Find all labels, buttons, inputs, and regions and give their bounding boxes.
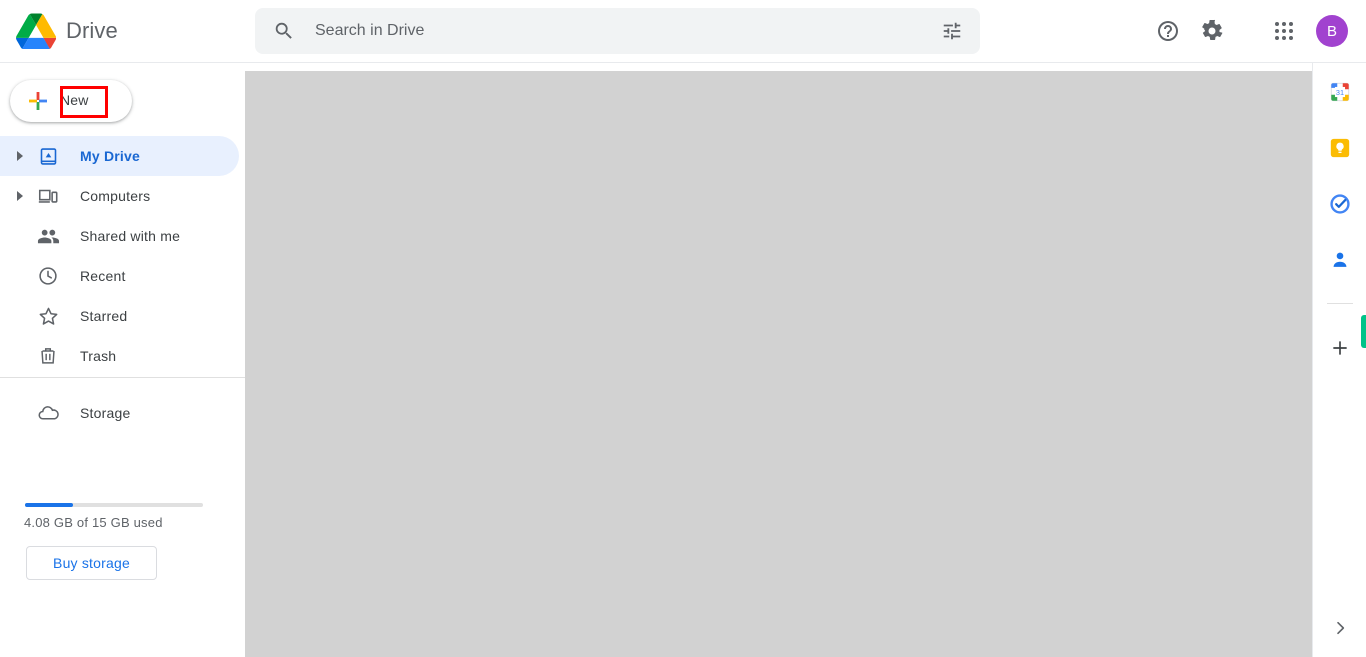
computers-icon (36, 184, 60, 208)
calendar-31-icon[interactable]: 31 (1324, 76, 1356, 108)
sidebar-item-label: My Drive (80, 148, 140, 164)
app-header: Drive Search in Drive B (0, 0, 1366, 63)
new-button-label: New (60, 92, 89, 108)
storage-progress-fill (25, 503, 74, 507)
sidebar-item-label: Shared with me (80, 228, 181, 244)
trash-icon (36, 344, 60, 368)
tune-filter-icon[interactable] (924, 8, 980, 54)
sidebar-item-starred[interactable]: Starred (0, 296, 239, 336)
gear-icon[interactable] (1196, 15, 1228, 47)
plus-multicolor-icon (26, 89, 50, 113)
apps-grid-icon[interactable] (1268, 15, 1300, 47)
expand-caret-icon[interactable] (8, 151, 32, 161)
shared-people-icon (36, 224, 60, 248)
tasks-check-icon[interactable] (1324, 188, 1356, 220)
buy-storage-button[interactable]: Buy storage (26, 546, 157, 580)
plus-icon[interactable] (1324, 332, 1356, 364)
new-button-label-wrap: New (60, 92, 89, 110)
sidebar-divider (0, 377, 245, 378)
keep-bulb-icon[interactable] (1324, 132, 1356, 164)
search-icon[interactable] (255, 8, 313, 54)
side-panel-divider (1327, 303, 1353, 304)
my-drive-icon (36, 144, 60, 168)
sidebar-item-recent[interactable]: Recent (0, 256, 239, 296)
cloud-icon (36, 401, 60, 425)
storage-usage-text: 4.08 GB of 15 GB used (24, 515, 163, 530)
star-icon (36, 304, 60, 328)
storage-label: Storage (80, 405, 131, 421)
svg-text:31: 31 (1336, 88, 1344, 97)
sidebar-item-label: Recent (80, 268, 126, 284)
side-panel-accent-bar (1361, 315, 1366, 348)
right-side-panel: 31 (1312, 63, 1366, 657)
brand[interactable]: Drive (16, 8, 118, 54)
help-circle-icon[interactable] (1152, 15, 1184, 47)
expand-caret-icon[interactable] (8, 191, 32, 201)
sidebar-item-storage[interactable]: Storage (0, 393, 239, 433)
search-bar[interactable] (255, 8, 980, 54)
google-drive-logo (16, 13, 57, 50)
sidebar-item-computers[interactable]: Computers (0, 176, 239, 216)
main-content-area (245, 71, 1312, 657)
sidebar-item-my-drive[interactable]: My Drive (0, 136, 239, 176)
app-title: Drive (66, 18, 118, 43)
chevron-right-icon[interactable] (1324, 612, 1356, 644)
new-button[interactable]: New (10, 80, 132, 122)
search-input[interactable] (313, 9, 924, 53)
contacts-person-icon[interactable] (1324, 244, 1356, 276)
google-drive-app: Drive Search in Drive B New My Drive Com… (0, 0, 1366, 657)
apps-grid-dots (1275, 22, 1293, 40)
sidebar-item-label: Starred (80, 308, 128, 324)
sidebar-item-label: Computers (80, 188, 151, 204)
left-sidebar: New My Drive Computers Shared with me Re… (0, 63, 245, 657)
sidebar-item-trash[interactable]: Trash (0, 336, 239, 376)
sidebar-item-shared-with-me[interactable]: Shared with me (0, 216, 239, 256)
sidebar-item-label: Trash (80, 348, 117, 364)
storage-progress-track (25, 503, 203, 507)
avatar-initial: B (1326, 22, 1337, 40)
clock-icon (36, 264, 60, 288)
avatar[interactable]: B (1316, 15, 1348, 47)
